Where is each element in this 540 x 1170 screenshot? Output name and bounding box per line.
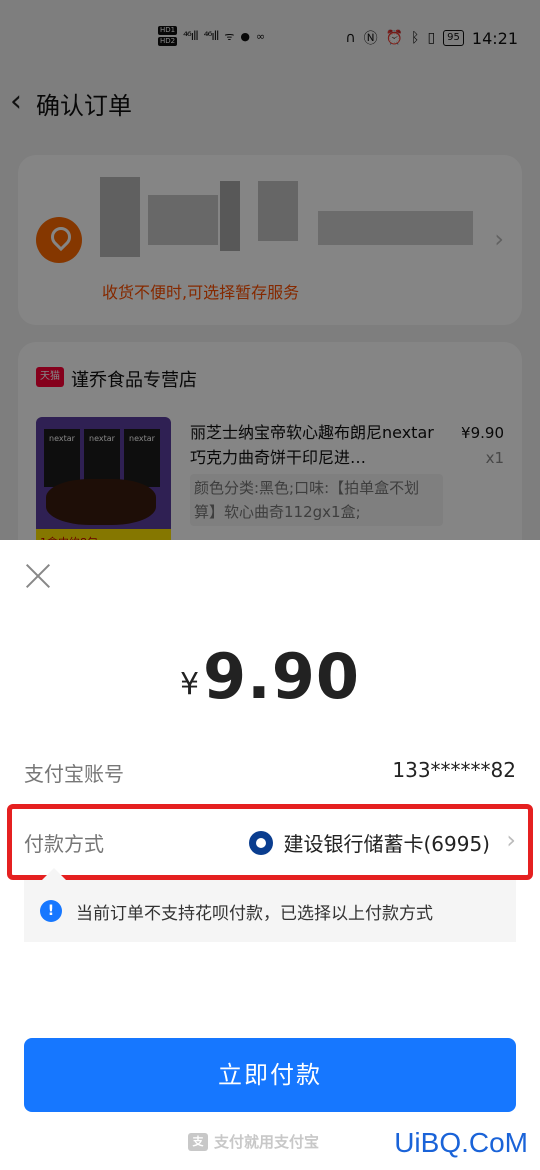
- payment-amount: ¥9.90: [0, 640, 540, 713]
- method-value: 建设银行储蓄卡(6995): [283, 832, 490, 856]
- modal-overlay[interactable]: [0, 0, 540, 540]
- footer-text: 支付就用支付宝: [214, 1133, 320, 1151]
- chevron-right-icon: ›: [506, 826, 516, 854]
- bank-selector[interactable]: 建设银行储蓄卡(6995): [249, 828, 490, 857]
- site-watermark: UiBQ.CoM: [394, 1127, 528, 1158]
- close-icon[interactable]: [24, 562, 52, 590]
- notice-text: 当前订单不支持花呗付款，已选择以上付款方式: [76, 904, 433, 924]
- ccb-bank-icon: [249, 830, 274, 855]
- payment-sheet: ¥9.90 支付宝账号 133******82 付款方式 建设银行储蓄卡(699…: [0, 540, 540, 1170]
- pay-now-button[interactable]: 立即付款: [24, 1038, 516, 1112]
- method-label: 付款方式: [24, 832, 104, 856]
- huabei-notice: ! 当前订单不支持花呗付款，已选择以上付款方式: [24, 868, 516, 942]
- amount-value: 9.90: [203, 640, 361, 713]
- alipay-icon: 支: [188, 1132, 208, 1151]
- currency-symbol: ¥: [179, 667, 200, 702]
- alipay-footer: 支 支付就用支付宝: [188, 1131, 319, 1152]
- info-icon: !: [40, 900, 62, 922]
- account-value: 133******82: [392, 758, 516, 782]
- account-label: 支付宝账号: [24, 762, 124, 786]
